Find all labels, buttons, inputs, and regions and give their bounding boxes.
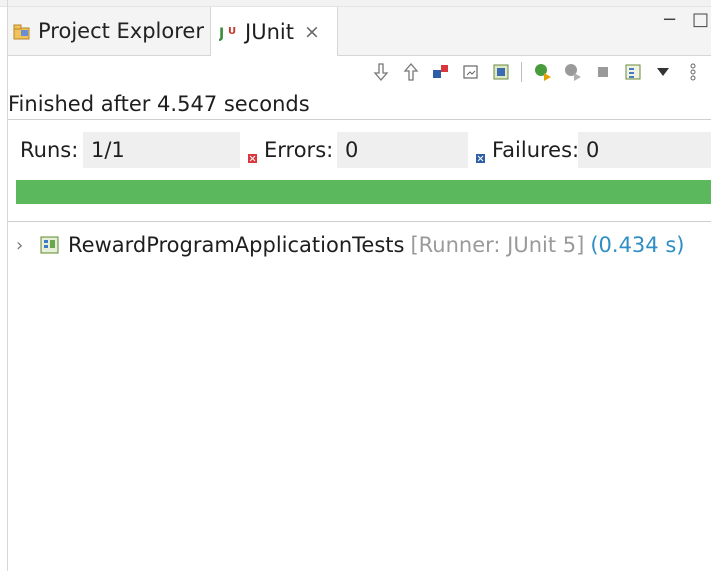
more-icon[interactable] <box>682 61 704 83</box>
status-message: Finished after 4.547 seconds <box>8 92 310 116</box>
scroll-lock-icon[interactable] <box>460 61 482 83</box>
chevron-right-icon[interactable]: › <box>16 235 40 256</box>
toolbar-separator <box>520 61 524 83</box>
show-failures-only-icon[interactable] <box>430 61 452 83</box>
failure-icon <box>476 144 485 163</box>
svg-text:J: J <box>219 26 224 42</box>
svg-text:U: U <box>228 26 236 37</box>
tab-label: JUnit <box>245 19 294 44</box>
duration-label: (0.434 s) <box>590 233 685 257</box>
rerun-failed-first-icon[interactable] <box>562 61 584 83</box>
runner-label: [Runner: JUnit 5] <box>410 233 585 257</box>
junit-icon: J U <box>219 22 239 42</box>
junit-toolbar <box>370 60 704 84</box>
junit-view: Project Explorer J U JUnit × − □ Finishe… <box>0 0 711 571</box>
close-icon[interactable]: × <box>304 21 320 43</box>
next-failure-icon[interactable] <box>370 61 392 83</box>
progress-fill <box>16 180 711 204</box>
tree-item[interactable]: › RewardProgramApplicationTests [Runner:… <box>16 230 684 260</box>
runs-value: 1/1 <box>83 132 240 168</box>
tab-project-explorer[interactable]: Project Explorer <box>12 7 204 55</box>
tab-bar: Project Explorer J U JUnit × − □ <box>8 7 711 56</box>
failures-counter: Failures: <box>476 138 580 163</box>
tab-junit[interactable]: J U JUnit × <box>210 7 338 56</box>
test-suite-icon <box>40 235 60 255</box>
top-strip <box>0 0 711 7</box>
divider <box>8 119 711 120</box>
project-explorer-icon <box>12 21 32 41</box>
previous-failure-icon[interactable] <box>400 61 422 83</box>
failures-label: Failures: <box>492 138 580 162</box>
test-run-history-icon[interactable] <box>622 61 644 83</box>
divider <box>8 221 711 222</box>
errors-label: Errors: <box>264 138 334 162</box>
errors-value: 0 <box>337 132 468 168</box>
error-icon <box>248 144 257 163</box>
test-class-name: RewardProgramApplicationTests <box>68 233 405 257</box>
stop-icon[interactable] <box>592 61 614 83</box>
view-menu-icon[interactable] <box>652 61 674 83</box>
rerun-test-icon[interactable] <box>532 61 554 83</box>
tab-label: Project Explorer <box>38 19 204 43</box>
failures-value: 0 <box>578 132 711 168</box>
progress-bar <box>16 180 711 204</box>
runs-label: Runs: <box>20 138 79 162</box>
errors-counter: Errors: <box>248 138 334 163</box>
maximize-icon[interactable]: □ <box>692 9 709 30</box>
minimize-icon[interactable]: − <box>662 9 677 30</box>
show-skipped-icon[interactable] <box>490 61 512 83</box>
counter-panel: Runs: 1/1 Errors: 0 Failures: 0 <box>8 132 711 168</box>
left-border <box>7 0 8 571</box>
